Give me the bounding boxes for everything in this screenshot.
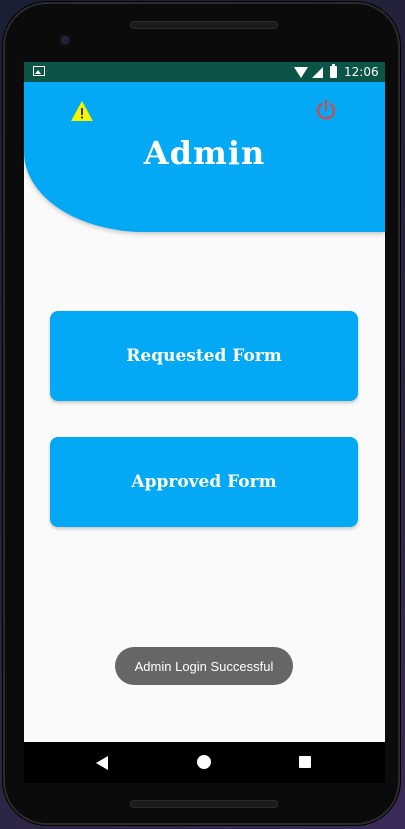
app-screen: 12:06 Admin Requested Form Approved Form… (24, 62, 385, 782)
wifi-icon (294, 67, 308, 78)
system-nav-bar (24, 742, 385, 783)
requested-form-button[interactable]: Requested Form (50, 311, 358, 401)
battery-icon (330, 64, 337, 78)
signal-icon (312, 67, 323, 78)
status-time: 12:06 (344, 65, 379, 79)
toast-message: Admin Login Successful (115, 647, 293, 685)
power-icon[interactable] (314, 98, 338, 122)
notification-icon (33, 66, 45, 76)
approved-form-button[interactable]: Approved Form (50, 437, 358, 527)
requested-form-label: Requested Form (126, 346, 282, 366)
bottom-speaker (130, 800, 278, 808)
home-icon[interactable] (197, 755, 211, 769)
approved-form-label: Approved Form (131, 472, 277, 492)
status-bar: 12:06 (24, 62, 385, 82)
back-icon[interactable] (96, 756, 108, 770)
top-speaker (130, 21, 278, 29)
warning-icon[interactable] (70, 100, 94, 122)
page-title: Admin (143, 134, 266, 172)
front-camera (59, 34, 71, 46)
app-header: Admin (24, 82, 385, 232)
device-frame: 12:06 Admin Requested Form Approved Form… (3, 2, 400, 825)
recents-icon[interactable] (299, 756, 311, 768)
